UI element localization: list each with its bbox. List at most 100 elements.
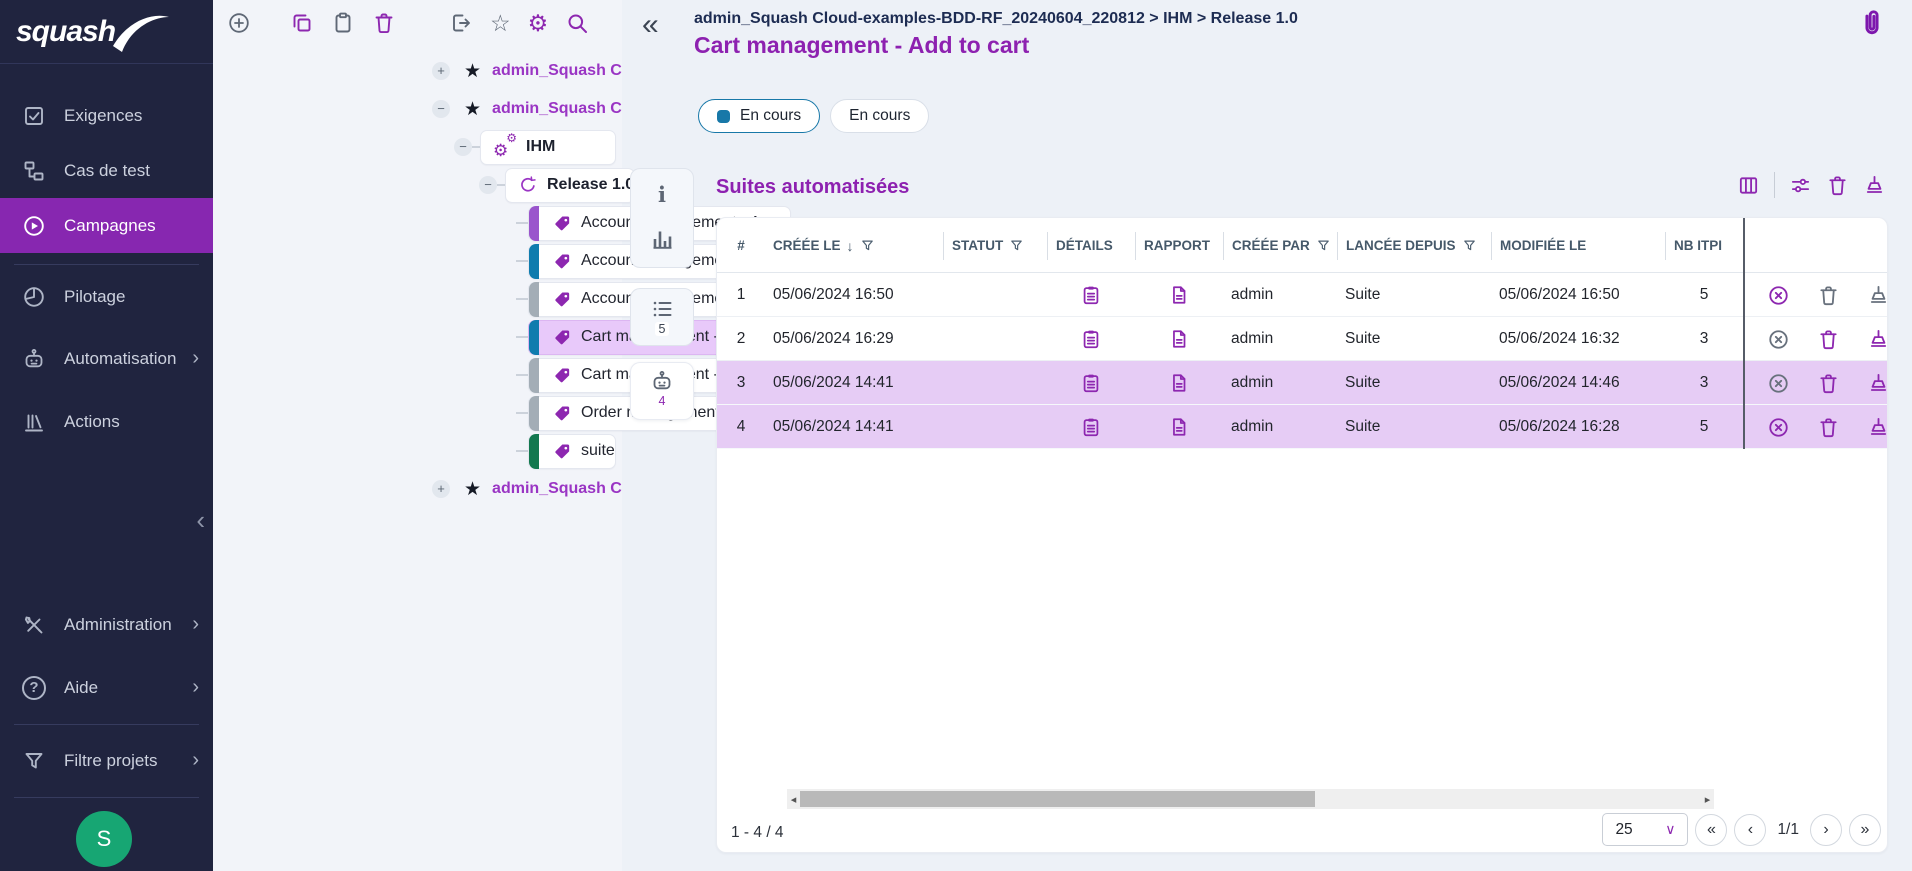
tree-item-suite-selected[interactable]: Cart management - Add to ... bbox=[213, 318, 622, 356]
tree-item-project[interactable]: + ★ admin_Squash Cloud-examples-BDD-... bbox=[213, 52, 622, 90]
page-size-select[interactable]: 25 ∨ bbox=[1602, 813, 1688, 846]
paste-icon[interactable] bbox=[331, 11, 355, 35]
report-document-icon[interactable] bbox=[1168, 284, 1190, 306]
cancel-execution-icon[interactable] bbox=[1767, 372, 1790, 395]
delete-icon[interactable] bbox=[1817, 284, 1840, 307]
sidebar-item-automatisation[interactable]: Automatisation › bbox=[0, 331, 213, 386]
project-label[interactable]: admin_Squash Cloud-examples-BDD-... bbox=[492, 100, 622, 118]
previous-page-button[interactable]: ‹ bbox=[1734, 814, 1766, 846]
column-header-nb-itpi[interactable]: NB ITPI bbox=[1665, 232, 1743, 260]
tree-item-suite[interactable]: Account management - Acc... bbox=[213, 204, 622, 242]
filter-icon[interactable] bbox=[1009, 238, 1024, 253]
expand-icon[interactable]: + bbox=[432, 480, 450, 498]
scroll-right-icon[interactable]: ▸ bbox=[1701, 793, 1714, 806]
details-clipboard-icon[interactable] bbox=[1080, 372, 1102, 394]
last-page-button[interactable]: » bbox=[1849, 814, 1881, 846]
table-row-selected[interactable]: 3 05/06/2024 14:41 admin Suite 05/06/202… bbox=[717, 361, 1887, 405]
information-icon[interactable]: i bbox=[658, 185, 666, 205]
sort-descending-icon[interactable]: ↓ bbox=[847, 238, 854, 254]
status-chip-en-cours[interactable]: En cours bbox=[830, 99, 929, 133]
table-row-selected[interactable]: 4 05/06/2024 14:41 admin Suite 05/06/202… bbox=[717, 405, 1887, 449]
column-header-rapport[interactable]: RAPPORT bbox=[1135, 232, 1223, 260]
squash-logo[interactable]: squash bbox=[0, 0, 213, 64]
automated-suites-panel-toggle[interactable]: 4 bbox=[630, 362, 694, 420]
clean-broom-icon[interactable] bbox=[1867, 372, 1890, 395]
filter-settings-icon[interactable] bbox=[1789, 174, 1812, 197]
sidebar-item-pilotage[interactable]: Pilotage bbox=[0, 269, 213, 324]
sidebar-item-aide[interactable]: ? Aide › bbox=[0, 660, 213, 715]
sidebar-item-exigences[interactable]: Exigences bbox=[0, 88, 213, 143]
tree-item-suite[interactable]: Cart management - Update... bbox=[213, 356, 622, 394]
details-clipboard-icon[interactable] bbox=[1080, 284, 1102, 306]
filter-icon[interactable] bbox=[1316, 238, 1331, 253]
tree-item-suite[interactable]: Account management - Log... bbox=[213, 280, 622, 318]
columns-icon[interactable] bbox=[1737, 174, 1760, 197]
column-header-statut[interactable]: STATUT bbox=[943, 232, 1047, 260]
search-icon[interactable] bbox=[565, 11, 589, 35]
tree-item-suite[interactable]: Account management - Acc... bbox=[213, 242, 622, 280]
project-label[interactable]: admin_Squash Cloud-examples-nativ... bbox=[492, 480, 622, 498]
filter-icon[interactable] bbox=[1462, 238, 1477, 253]
filter-icon[interactable] bbox=[860, 238, 875, 253]
tree-item-iteration[interactable]: − Release 1.0 bbox=[213, 166, 622, 204]
horizontal-scrollbar[interactable]: ◂ ▸ bbox=[787, 789, 1714, 809]
panel-collapse-icon[interactable]: « bbox=[642, 8, 659, 42]
sidebar-item-cas-de-test[interactable]: Cas de test bbox=[0, 143, 213, 198]
report-document-icon[interactable] bbox=[1168, 416, 1190, 438]
first-page-button[interactable]: « bbox=[1695, 814, 1727, 846]
delete-icon[interactable] bbox=[372, 11, 396, 35]
clean-broom-icon[interactable] bbox=[1867, 328, 1890, 351]
column-header-creee-le[interactable]: CRÉÉE LE ↓ bbox=[765, 232, 943, 260]
sidebar-item-administration[interactable]: Administration › bbox=[0, 597, 213, 652]
tree-card-iteration[interactable]: Release 1.0 bbox=[505, 168, 635, 203]
export-icon[interactable] bbox=[449, 11, 473, 35]
expand-icon[interactable]: + bbox=[432, 62, 450, 80]
user-avatar[interactable]: S bbox=[76, 811, 132, 867]
collapse-icon[interactable]: − bbox=[479, 176, 497, 194]
status-chip-en-cours-selected[interactable]: En cours bbox=[698, 99, 820, 133]
delete-icon[interactable] bbox=[1817, 328, 1840, 351]
tree-item-campaign-folder[interactable]: − ⚙⚙ IHM bbox=[213, 128, 622, 166]
settings-gear-icon[interactable]: ⚙ bbox=[528, 11, 549, 35]
clean-broom-icon[interactable] bbox=[1863, 174, 1886, 197]
scroll-left-icon[interactable]: ◂ bbox=[787, 793, 800, 806]
clean-broom-icon[interactable] bbox=[1867, 284, 1890, 307]
tree-item-suite[interactable]: Order management - Order... bbox=[213, 394, 622, 432]
sidebar-item-campagnes[interactable]: Campagnes bbox=[0, 198, 213, 253]
details-clipboard-icon[interactable] bbox=[1080, 416, 1102, 438]
sidebar-collapse-icon[interactable]: ‹ bbox=[196, 505, 205, 536]
column-header-num[interactable]: # bbox=[717, 232, 765, 260]
tree-card-suite[interactable]: suite bbox=[528, 434, 616, 469]
cancel-execution-icon[interactable] bbox=[1767, 328, 1790, 351]
favorite-star-icon[interactable]: ☆ bbox=[490, 11, 511, 35]
column-header-modifiee-le[interactable]: MODIFIÉE LE bbox=[1491, 232, 1665, 260]
collapse-icon[interactable]: − bbox=[454, 138, 472, 156]
delete-icon[interactable] bbox=[1826, 174, 1849, 197]
sidebar-item-actions[interactable]: Actions bbox=[0, 394, 213, 449]
delete-icon[interactable] bbox=[1817, 372, 1840, 395]
report-document-icon[interactable] bbox=[1168, 372, 1190, 394]
tree-item-suite[interactable]: suite bbox=[213, 432, 622, 470]
column-header-details[interactable]: DÉTAILS bbox=[1047, 232, 1135, 260]
clean-broom-icon[interactable] bbox=[1867, 416, 1890, 439]
create-new-icon[interactable] bbox=[227, 11, 251, 35]
project-label[interactable]: admin_Squash Cloud-examples-BDD-... bbox=[492, 62, 622, 80]
tree-item-project[interactable]: + ★ admin_Squash Cloud-examples-nativ... bbox=[213, 470, 622, 508]
copy-icon[interactable] bbox=[290, 11, 314, 35]
collapse-icon[interactable]: − bbox=[432, 100, 450, 118]
report-document-icon[interactable] bbox=[1168, 328, 1190, 350]
tree-item-project[interactable]: − ★ admin_Squash Cloud-examples-BDD-... bbox=[213, 90, 622, 128]
column-header-creee-par[interactable]: CRÉÉE PAR bbox=[1223, 232, 1337, 260]
column-header-lancee-depuis[interactable]: LANCÉE DEPUIS bbox=[1337, 232, 1491, 260]
delete-icon[interactable] bbox=[1817, 416, 1840, 439]
table-row[interactable]: 2 05/06/2024 16:29 admin Suite 05/06/202… bbox=[717, 317, 1887, 361]
attachments-paperclip-icon[interactable] bbox=[1856, 6, 1888, 40]
tree-card-campaign[interactable]: ⚙⚙ IHM bbox=[480, 130, 616, 165]
executions-panel-toggle[interactable]: 5 bbox=[630, 288, 694, 346]
scrollbar-thumb[interactable] bbox=[800, 791, 1315, 807]
sidebar-item-filtre-projets[interactable]: Filtre projets › bbox=[0, 733, 213, 788]
breadcrumb[interactable]: admin_Squash Cloud-examples-BDD-RF_20240… bbox=[694, 10, 1298, 28]
next-page-button[interactable]: › bbox=[1810, 814, 1842, 846]
dashboard-bars-icon[interactable] bbox=[650, 227, 674, 251]
cancel-execution-icon[interactable] bbox=[1767, 284, 1790, 307]
